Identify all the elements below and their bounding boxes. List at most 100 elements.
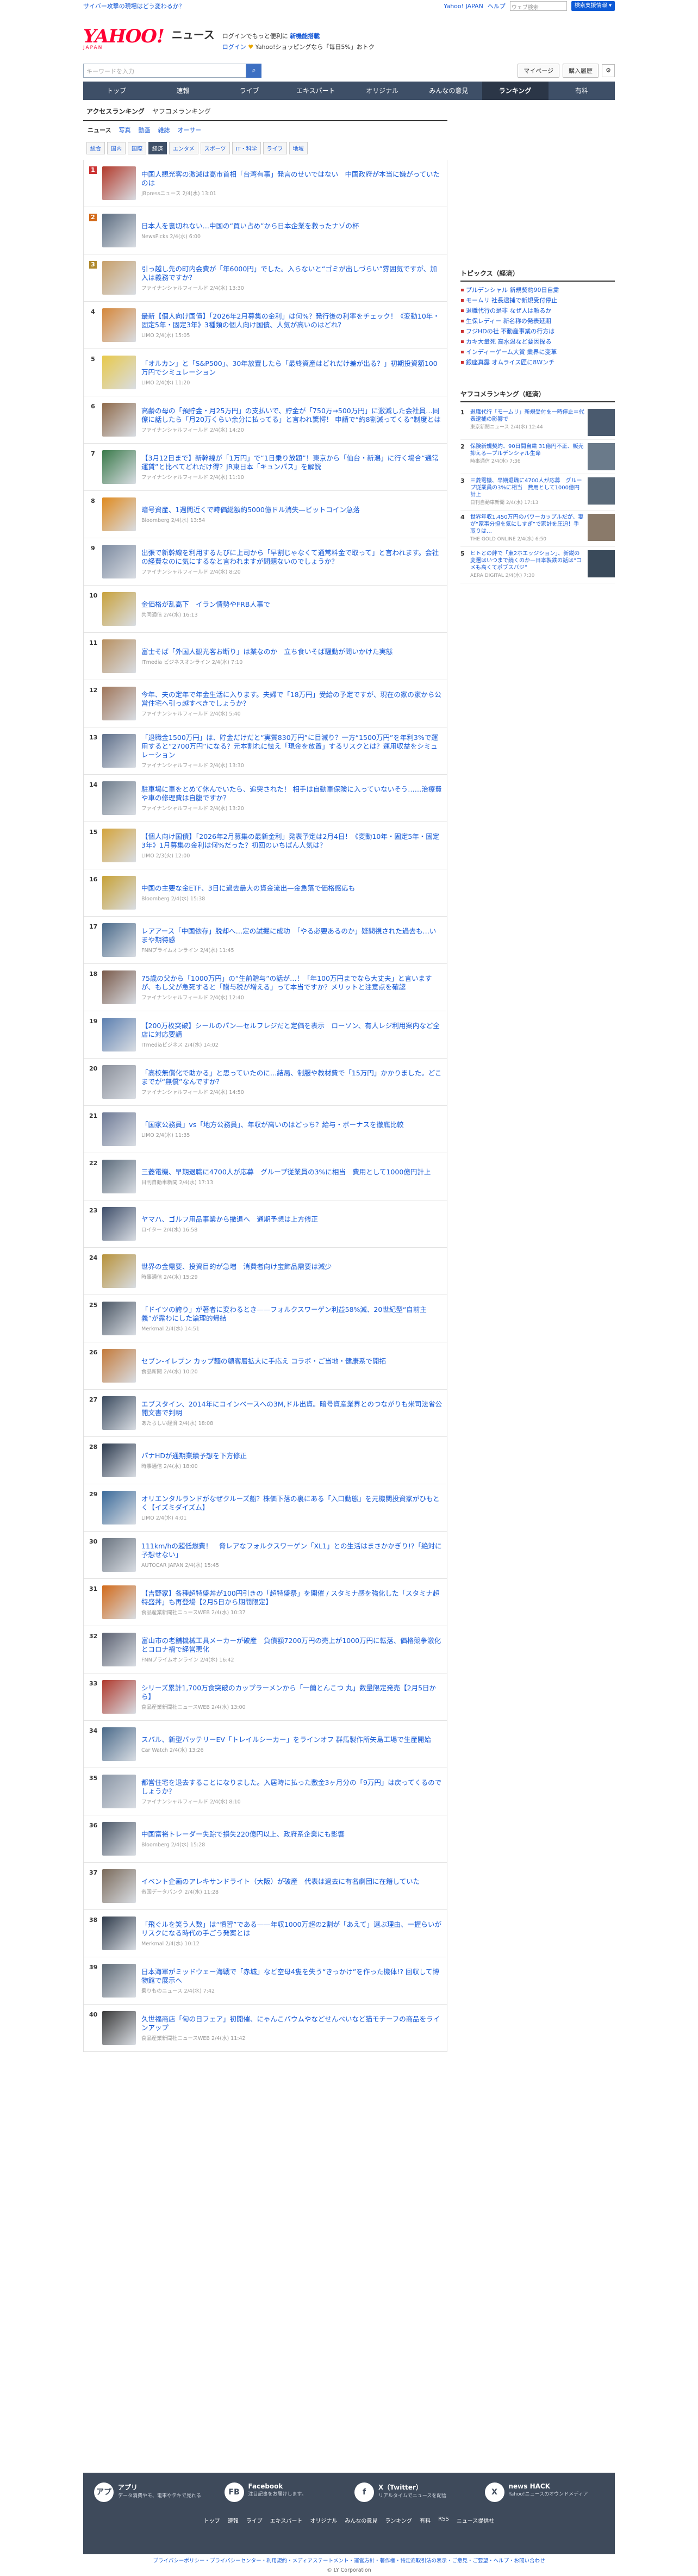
- nav-item-5[interactable]: みんなの意見: [415, 82, 482, 100]
- yahoo-logo[interactable]: YAHOO! JAPAN: [83, 27, 165, 51]
- article-thumbnail[interactable]: [102, 1538, 136, 1572]
- article-thumbnail[interactable]: [102, 1302, 136, 1335]
- article-title[interactable]: シリーズ累計1,700万食突破のカップラーメンから「一蘭とんこつ 丸」数量限定発…: [141, 1684, 443, 1701]
- ranking-item[interactable]: 19 【200万枚突破】シールのパン—セルフレジだと定価を表示 ローソン、有人レジ…: [84, 1011, 447, 1059]
- help-link[interactable]: ヘルプ: [488, 2, 506, 10]
- tab-comment-ranking[interactable]: ヤフコメランキング: [152, 107, 211, 116]
- ranking-item[interactable]: 10 金価格が乱高下 イラン情勢やFRB人事で 共同通信 2/4(水) 16:13: [84, 586, 447, 633]
- article-title[interactable]: 最新【個人向け国債】「2026年2月募集の金利」は何%？発行後の利率をチェック！…: [141, 312, 443, 329]
- topic-link[interactable]: 生保レディー 新名称の発表延期: [460, 316, 615, 326]
- article-thumbnail[interactable]: [102, 1254, 136, 1288]
- ranking-item[interactable]: 5 「オルカン」と「S&P500」、30年放置したら「最終資産はどれだけ差が出る？…: [84, 349, 447, 396]
- comment-ranking-item[interactable]: 1 退職代行「モームリ」新規受付を一時停止＝代表逮捕の影響で 東京新聞ニュース 2/…: [460, 406, 615, 440]
- article-title[interactable]: 日本海軍がミッドウェー海戦で「赤城」など空母4隻を失う“きっかけ”を作った機体!…: [141, 1968, 443, 1985]
- article-thumbnail[interactable]: [102, 1633, 136, 1666]
- nav-item-2[interactable]: ライブ: [216, 82, 283, 100]
- ranking-item[interactable]: 29 オリエンタルランドがなぜクルーズ船？株価下落の裏にある「入口動態」を元機関投…: [84, 1484, 447, 1532]
- article-title[interactable]: 日本人を裏切れない…中国の“買い占め”から日本企業を救ったナゾの杯: [141, 222, 443, 231]
- ranking-item[interactable]: 18 75歳の父から「1000万円」の“生前贈与”の話が…！「年100万円までなら…: [84, 964, 447, 1011]
- ranking-item[interactable]: 37 イベント企画のアレキサンドライト（大阪）が破産 代表は過去に有名劇団に在籍し…: [84, 1863, 447, 1910]
- ranking-item[interactable]: 32 富山市の老舗機械工具メーカーが破産 負債額7200万円の売上が1000万円に…: [84, 1626, 447, 1673]
- ranking-item[interactable]: 31 【吉野家】各種超特盛丼が100円引きの「超特盛祭」を開催 / スタミナ感を強…: [84, 1579, 447, 1626]
- comment-ranking-title[interactable]: 保険新規契約、90日間自粛 31億円不正、販売抑える—プルデンシャル生命 時事通信…: [470, 443, 584, 465]
- ranking-item[interactable]: 36 中国富裕トレーダー失踪で損失220億円以上、政府系企業にも影響 Bloombe…: [84, 1815, 447, 1863]
- comment-ranking-title[interactable]: 三菱電機、早期退職に4700人が応募 グループ従業員の3%に相当 費用として10…: [470, 477, 584, 507]
- web-search-button[interactable]: 検索支援情報 ▾: [571, 1, 615, 11]
- login-link[interactable]: ログイン: [222, 43, 246, 51]
- footer-col[interactable]: アプ アプリ データ消費やモ、電車やテキで見れる: [94, 2482, 214, 2502]
- ranking-item[interactable]: 21 「国家公務員」vs「地方公務員」、年収が高いのはどっち？給与・ボーナスを徹底…: [84, 1106, 447, 1153]
- ranking-item[interactable]: 14 駐車場に車をとめて休んでいたら、追突された！ 相手は自動車保険に入っていない…: [84, 775, 447, 822]
- comment-ranking-title[interactable]: 世界年収1,450万円のパワーカップルだが、妻が“家事分担を気にしすぎ”で家計を…: [470, 514, 584, 543]
- article-thumbnail[interactable]: [102, 545, 136, 578]
- article-title[interactable]: 「オルカン」と「S&P500」、30年放置したら「最終資産はどれだけ差が出る？」…: [141, 359, 443, 377]
- article-title[interactable]: 「退職金1500万円」は、貯金だけだと“実質830万円”に目減り？一方“1500…: [141, 733, 443, 760]
- category-tab[interactable]: 総合: [86, 142, 105, 154]
- ranking-item[interactable]: 35 都営住宅を退去することになりました。入居時に払った敷金3ヶ月分の「9万円」は…: [84, 1768, 447, 1815]
- article-thumbnail[interactable]: [102, 214, 136, 247]
- ranking-item[interactable]: 40 久世福商店「旬の日フェア」初開催、にゃんこバウムやなどせんべいなど猫モチーフ…: [84, 2005, 447, 2052]
- article-thumbnail[interactable]: [102, 829, 136, 862]
- topic-link[interactable]: 退職代行の是非 なぜ人は頼るか: [460, 306, 615, 316]
- article-title[interactable]: 暗号資産、1週間近くで時価総額約5000億ドル消失—ビットコイン急落: [141, 506, 443, 514]
- article-thumbnail[interactable]: [102, 1349, 136, 1383]
- ranking-item[interactable]: 27 エブスタイン、2014年にコインベースへの3M,ドル出資。暗号資産業界とのつ…: [84, 1390, 447, 1437]
- ranking-item[interactable]: 23 ヤマハ、ゴルフ用品事業から撤退へ 通期予想は上方修正 ロイター 2/4(水) …: [84, 1200, 447, 1248]
- article-title[interactable]: レアアース「中国依存」脱却へ…定の試掘に成功 「やる必要あるのか」疑問視された過…: [141, 927, 443, 944]
- comment-ranking-item[interactable]: 4 世界年収1,450万円のパワーカップルだが、妻が“家事分担を気にしすぎ”で家計…: [460, 511, 615, 547]
- article-thumbnail[interactable]: [102, 450, 136, 484]
- article-title[interactable]: 今年、夫の定年で年金生活に入ります。夫婦で「18万円」受給の予定ですが、現在の家…: [141, 690, 443, 708]
- article-thumbnail[interactable]: [102, 1443, 136, 1477]
- footer-link[interactable]: ライブ: [246, 2516, 263, 2524]
- ranking-item[interactable]: 30 111km/hの超低燃費！ 脅レアなフォルクスワーゲン「XL1」との生活はま…: [84, 1532, 447, 1579]
- ranking-item[interactable]: 20 「高校無償化で助かる」と思っていたのに…結局、制服や教材費で「15万円」かか…: [84, 1059, 447, 1106]
- article-title[interactable]: 「ドイツの誇り」が著者に変わるとき——フォルクスワーゲン利益58%減、20世紀型…: [141, 1305, 443, 1323]
- comment-ranking-thumbnail[interactable]: [588, 550, 615, 577]
- purchase-history-button[interactable]: 購入履歴: [563, 64, 599, 78]
- article-thumbnail[interactable]: [102, 592, 136, 626]
- footer-link[interactable]: トップ: [204, 2516, 220, 2524]
- article-title[interactable]: 【3月12日まで】新幹線が「1万円」で“1日乗り放題”！東京から「仙台・新潟」に…: [141, 454, 443, 471]
- nav-item-7[interactable]: 有料: [549, 82, 615, 100]
- mypage-button[interactable]: マイページ: [518, 64, 559, 78]
- topic-link[interactable]: プルデンシャル 新規契約90日自粛: [460, 285, 615, 295]
- article-title[interactable]: 「高校無償化で助かる」と思っていたのに…結局、制服や教材費で「15万円」かかりま…: [141, 1069, 443, 1086]
- nav-item-6[interactable]: ランキング: [482, 82, 549, 100]
- category-tab[interactable]: 地域: [289, 142, 308, 154]
- article-title[interactable]: 世界の金需要、投資目的が急増 消費者向け宝飾品需要は減少: [141, 1262, 443, 1271]
- topic-link[interactable]: モームリ 社長逮捕で新規受付停止: [460, 295, 615, 306]
- article-thumbnail[interactable]: [102, 639, 136, 673]
- topic-link[interactable]: フジHDの社 不動産事業の行方は: [460, 326, 615, 337]
- topic-link[interactable]: カキ大量死 高水温など要因探る: [460, 337, 615, 347]
- article-title[interactable]: 111km/hの超低燃費！ 脅レアなフォルクスワーゲン「XL1」との生活はまさか…: [141, 1542, 443, 1559]
- article-title[interactable]: 【個人向け国債】「2026年2月募集の最新金利」発表予定は2月4日！《変動10年…: [141, 832, 443, 850]
- category-tab[interactable]: スポーツ: [200, 142, 230, 154]
- ranking-item[interactable]: 34 スバル、新型バッテリーEV「トレイルシーカー」をラインオフ 群馬製作所矢島工…: [84, 1721, 447, 1768]
- article-thumbnail[interactable]: [102, 1018, 136, 1051]
- web-search-input[interactable]: ウェブ検索: [509, 1, 567, 11]
- article-thumbnail[interactable]: [102, 1869, 136, 1903]
- footer-link[interactable]: オリジナル: [310, 2516, 337, 2524]
- topic-link[interactable]: 銀座真露 オムライス匠に8Wンチ: [460, 357, 615, 368]
- article-thumbnail[interactable]: [102, 1065, 136, 1099]
- article-thumbnail[interactable]: [102, 687, 136, 720]
- article-title[interactable]: パナHDが通期業績予想を下方修正: [141, 1452, 443, 1460]
- article-thumbnail[interactable]: [102, 1822, 136, 1856]
- ranking-item[interactable]: 39 日本海軍がミッドウェー海戦で「赤城」など空母4隻を失う“きっかけ”を作った機…: [84, 1957, 447, 2005]
- article-thumbnail[interactable]: [102, 781, 136, 815]
- article-thumbnail[interactable]: [102, 1585, 136, 1619]
- article-thumbnail[interactable]: [102, 876, 136, 910]
- nav-item-0[interactable]: トップ: [83, 82, 149, 100]
- article-title[interactable]: エブスタイン、2014年にコインベースへの3M,ドル出資。暗号資産業界とのつなが…: [141, 1400, 443, 1417]
- article-title[interactable]: 高齢の母の「預貯金・月25万円」の支払いで、貯金が「750万→500万円」に激減…: [141, 407, 443, 424]
- nav-item-4[interactable]: オリジナル: [349, 82, 415, 100]
- content-type-tab[interactable]: 写真: [119, 126, 130, 134]
- article-title[interactable]: 引っ越し先の町内会費が「年6000円」でした。入らないと“ゴミが出しづらい”雰囲…: [141, 265, 443, 282]
- nav-item-3[interactable]: エキスパート: [283, 82, 349, 100]
- comment-ranking-item[interactable]: 2 保険新規契約、90日間自粛 31億円不正、販売抑える—プルデンシャル生命 時事通…: [460, 440, 615, 474]
- article-title[interactable]: 中国の主要な金ETF、3日に過去最大の資金流出—金急落で価格感応も: [141, 884, 443, 893]
- new-feature-link[interactable]: 新機能搭載: [290, 33, 320, 40]
- footer-col[interactable]: FB Facebook 注目記事をお届けします。: [224, 2482, 344, 2502]
- article-title[interactable]: 出張で新幹線を利用するたびに上司から「早割じゃなくて通常料金で取って」と言われま…: [141, 549, 443, 566]
- article-title[interactable]: イベント企画のアレキサンドライト（大阪）が破産 代表は過去に有名劇団に在籍してい…: [141, 1877, 443, 1886]
